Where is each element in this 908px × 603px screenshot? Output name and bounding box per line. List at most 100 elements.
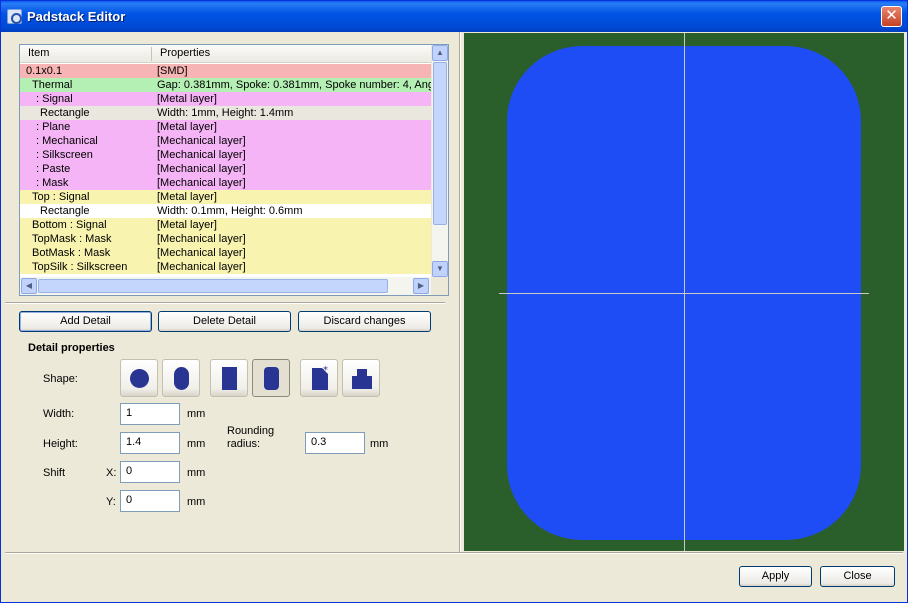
- width-label: Width:: [43, 408, 75, 420]
- width-field[interactable]: 1: [120, 403, 180, 425]
- rounded-rectangle-shape-button[interactable]: [252, 359, 290, 397]
- tree-row-item: : Signal: [36, 93, 73, 105]
- tree-row[interactable]: Rectangle Width: 1mm, Height: 1.4mm: [20, 106, 431, 120]
- shift-label: Shift: [43, 467, 66, 479]
- tree-row-item: Thermal: [32, 79, 73, 91]
- tree-row[interactable]: Rectangle Width: 0.1mm, Height: 0.6mm: [20, 204, 431, 218]
- add-detail-button[interactable]: Add Detail: [19, 311, 152, 332]
- vertical-scroll-thumb[interactable]: [433, 62, 447, 225]
- column-header-properties[interactable]: Properties: [160, 47, 210, 59]
- tree-row-properties: [Mechanical layer]: [157, 261, 246, 273]
- shift-x-label: X:: [106, 467, 117, 479]
- tree-row[interactable]: Thermal Gap: 0.381mm, Spoke: 0.381mm, Spo…: [20, 78, 431, 92]
- tree-row[interactable]: : Silkscreen [Mechanical layer]: [20, 148, 431, 162]
- tree-row[interactable]: 0.1x0.1 [SMD]: [20, 64, 431, 78]
- tree-row-item: : Silkscreen: [36, 149, 93, 161]
- tree-row[interactable]: Top : Signal [Metal layer]: [20, 190, 431, 204]
- tree-row-item: Top : Signal: [32, 191, 90, 203]
- rounding-radius-field[interactable]: 0.3: [305, 432, 365, 454]
- tree-row-item: 0.1x0.1: [26, 65, 63, 77]
- tree-row-properties: [Mechanical layer]: [157, 247, 246, 259]
- tree-row-item: Rectangle: [40, 205, 90, 217]
- tree-row-properties: [Metal layer]: [157, 219, 217, 231]
- tree-row-properties: [Mechanical layer]: [157, 149, 246, 161]
- polygon-shape-button[interactable]: [342, 359, 380, 397]
- crosshair-vertical: [684, 33, 685, 551]
- column-header-item[interactable]: Item: [28, 47, 49, 59]
- tree-row[interactable]: TopMask : Mask [Mechanical layer]: [20, 232, 431, 246]
- shift-y-label: Y:: [106, 496, 116, 508]
- tree-row-item: TopSilk : Silkscreen: [32, 261, 128, 273]
- scroll-left-icon[interactable]: ◀: [21, 278, 37, 294]
- polygon-icon: [352, 369, 372, 389]
- tree-row-item: : Plane: [36, 121, 71, 133]
- pad-preview-canvas[interactable]: [464, 33, 904, 551]
- tree-row-properties: [Metal layer]: [157, 93, 217, 105]
- tree-header: Item Properties: [20, 45, 431, 63]
- rectangle-icon: [222, 367, 237, 390]
- left-panel: Item Properties 0.1x0.1 [SMD] Thermal Gap: …: [5, 32, 459, 551]
- tree-row[interactable]: : Plane [Metal layer]: [20, 120, 431, 134]
- padstack-editor-window: Padstack Editor ✕ Item Properties 0.1x0.…: [0, 0, 908, 603]
- tree-row-item: Bottom : Signal: [32, 219, 107, 231]
- tree-row[interactable]: Bottom : Signal [Metal layer]: [20, 218, 431, 232]
- panel-splitter[interactable]: [459, 32, 461, 552]
- obround-shape-button[interactable]: [162, 359, 200, 397]
- column-separator[interactable]: [151, 47, 152, 61]
- obround-icon: [174, 367, 189, 390]
- width-unit: mm: [187, 408, 206, 420]
- scroll-right-icon[interactable]: ▶: [413, 278, 429, 294]
- horizontal-scroll-thumb[interactable]: [38, 279, 388, 293]
- apply-button[interactable]: Apply: [739, 566, 812, 587]
- horizontal-scrollbar[interactable]: ◀ ▶: [20, 277, 431, 295]
- close-window-button[interactable]: ✕: [881, 6, 902, 27]
- rounding-unit: mm: [370, 438, 389, 450]
- circle-shape-button[interactable]: [120, 359, 158, 397]
- tree-row-item: : Mask: [36, 177, 69, 189]
- delete-detail-button[interactable]: Delete Detail: [158, 311, 291, 332]
- tree-row-properties: [Metal layer]: [157, 191, 217, 203]
- height-label: Height:: [43, 438, 78, 450]
- tree-row-properties: [Mechanical layer]: [157, 233, 246, 245]
- shift-y-unit: mm: [187, 496, 206, 508]
- circle-icon: [130, 369, 149, 388]
- bottom-divider: [5, 552, 903, 554]
- shift-y-field[interactable]: 0: [120, 490, 180, 512]
- tree-row-properties: Gap: 0.381mm, Spoke: 0.381mm, Spoke numb…: [157, 79, 431, 91]
- discard-changes-button[interactable]: Discard changes: [298, 311, 431, 332]
- tree-row[interactable]: TopSilk : Silkscreen [Mechanical layer]: [20, 260, 431, 274]
- close-button[interactable]: Close: [820, 566, 895, 587]
- tree-row-properties: [Metal layer]: [157, 121, 217, 133]
- tree-row-item: : Paste: [36, 163, 71, 175]
- rounding-label-line1: Rounding: [227, 425, 275, 437]
- tree-row-properties: Width: 0.1mm, Height: 0.6mm: [157, 205, 303, 217]
- tree-row[interactable]: BotMask : Mask [Mechanical layer]: [20, 246, 431, 260]
- tree-row[interactable]: : Paste [Mechanical layer]: [20, 162, 431, 176]
- tree-row-properties: Width: 1mm, Height: 1.4mm: [157, 107, 294, 119]
- scroll-down-icon[interactable]: ▼: [432, 261, 448, 277]
- app-icon: [7, 9, 22, 24]
- tree-row-properties: [Mechanical layer]: [157, 135, 246, 147]
- shift-x-field[interactable]: 0: [120, 461, 180, 483]
- custom-shape-icon: *: [312, 365, 328, 390]
- tree-row-item: BotMask : Mask: [32, 247, 111, 259]
- scroll-corner: [431, 277, 448, 295]
- scroll-up-icon[interactable]: ▲: [432, 45, 448, 61]
- rectangle-shape-button[interactable]: [210, 359, 248, 397]
- rounded-rectangle-icon: [264, 367, 279, 390]
- tree-row[interactable]: : Mask [Mechanical layer]: [20, 176, 431, 190]
- tree-row-item: : Mechanical: [36, 135, 98, 147]
- tree-row-properties: [Mechanical layer]: [157, 177, 246, 189]
- tree-rows: 0.1x0.1 [SMD] Thermal Gap: 0.381mm, Spoke: …: [20, 64, 431, 277]
- tree-row[interactable]: : Signal [Metal layer]: [20, 92, 431, 106]
- height-field[interactable]: 1.4: [120, 432, 180, 454]
- divider: [5, 302, 445, 304]
- shift-x-unit: mm: [187, 467, 206, 479]
- tree-row-item: Rectangle: [40, 107, 90, 119]
- detail-properties-title: Detail properties: [28, 342, 115, 354]
- custom-shape-button[interactable]: *: [300, 359, 338, 397]
- padstack-tree[interactable]: Item Properties 0.1x0.1 [SMD] Thermal Gap: …: [19, 44, 449, 296]
- tree-row[interactable]: : Mechanical [Mechanical layer]: [20, 134, 431, 148]
- vertical-scrollbar[interactable]: ▲ ▼: [431, 45, 448, 277]
- height-unit: mm: [187, 438, 206, 450]
